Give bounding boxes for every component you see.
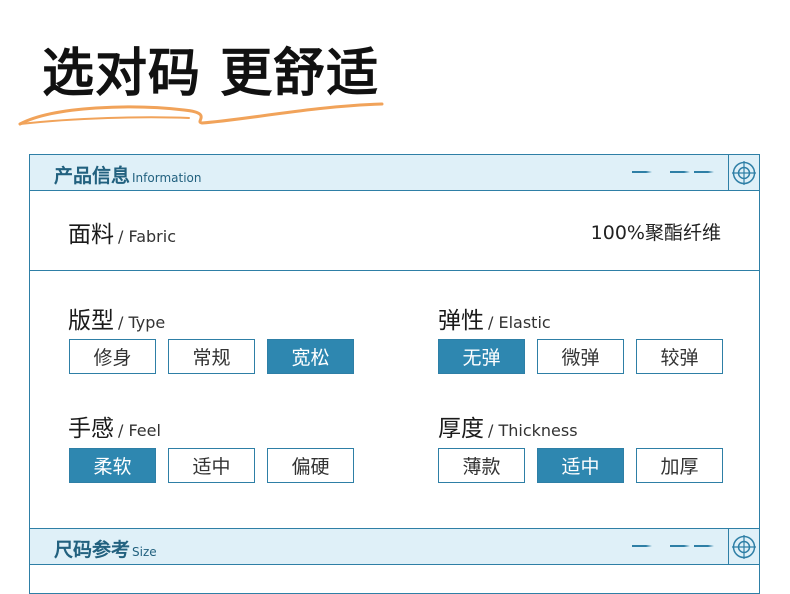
elastic-option[interactable]: 无弹 bbox=[438, 339, 525, 374]
info-band: 产品信息 Information bbox=[30, 155, 759, 191]
fabric-row: 面料 / Fabric 100%聚酯纤维 bbox=[30, 190, 759, 271]
fabric-label-cn: 面料 bbox=[68, 222, 114, 248]
fabric-label: 面料 / Fabric bbox=[68, 215, 176, 249]
info-title-en: Information bbox=[132, 171, 202, 185]
type-label: 版型 / Type bbox=[68, 301, 165, 335]
target-cell bbox=[728, 529, 759, 564]
elastic-label-en: / Elastic bbox=[488, 313, 551, 332]
elastic-label-cn: 弹性 bbox=[438, 308, 484, 334]
thickness-label-cn: 厚度 bbox=[438, 416, 484, 442]
feel-label-en: / Feel bbox=[118, 421, 161, 440]
elastic-option[interactable]: 较弹 bbox=[636, 339, 723, 374]
feel-option[interactable]: 适中 bbox=[168, 448, 255, 483]
type-label-en: / Type bbox=[118, 313, 166, 332]
feel-option[interactable]: 偏硬 bbox=[267, 448, 354, 483]
elastic-option[interactable]: 微弹 bbox=[537, 339, 624, 374]
target-cell bbox=[728, 155, 759, 190]
fabric-value: 100%聚酯纤维 bbox=[590, 222, 721, 244]
size-title-en: Size bbox=[132, 545, 157, 559]
thickness-options: 薄款 适中 加厚 bbox=[438, 448, 723, 483]
type-option[interactable]: 修身 bbox=[69, 339, 156, 374]
feel-option[interactable]: 柔软 bbox=[69, 448, 156, 483]
type-option[interactable]: 常规 bbox=[168, 339, 255, 374]
type-option[interactable]: 宽松 bbox=[267, 339, 354, 374]
type-label-cn: 版型 bbox=[68, 308, 114, 334]
crosshair-target-icon bbox=[732, 160, 756, 185]
elastic-label: 弹性 / Elastic bbox=[438, 301, 551, 335]
feel-options: 柔软 适中 偏硬 bbox=[69, 448, 354, 483]
triple-arrow-icon bbox=[632, 545, 714, 547]
elastic-options: 无弹 微弹 较弹 bbox=[438, 339, 723, 374]
size-title-cn: 尺码参考 bbox=[54, 539, 131, 561]
thickness-option[interactable]: 适中 bbox=[537, 448, 624, 483]
info-band-title: 产品信息 Information bbox=[54, 161, 201, 188]
feel-label-cn: 手感 bbox=[68, 416, 114, 442]
thickness-option[interactable]: 加厚 bbox=[636, 448, 723, 483]
product-card: 产品信息 Information 面料 / Fabric 100%聚酯纤维 版型 / … bbox=[29, 154, 760, 594]
thickness-label-en: / Thickness bbox=[488, 421, 578, 440]
hero-title: 选对码 更舒适 bbox=[42, 44, 380, 104]
size-band: 尺码参考 Size bbox=[30, 528, 759, 565]
thickness-label: 厚度 / Thickness bbox=[438, 409, 578, 443]
swoosh-underline-icon bbox=[18, 102, 384, 126]
crosshair-target-icon bbox=[732, 534, 756, 559]
fabric-label-en: / Fabric bbox=[118, 227, 176, 246]
info-title-cn: 产品信息 bbox=[54, 165, 131, 187]
feel-label: 手感 / Feel bbox=[68, 409, 161, 443]
type-options: 修身 常规 宽松 bbox=[69, 339, 354, 374]
thickness-option[interactable]: 薄款 bbox=[438, 448, 525, 483]
size-band-title: 尺码参考 Size bbox=[54, 535, 157, 562]
triple-arrow-icon bbox=[632, 171, 714, 173]
